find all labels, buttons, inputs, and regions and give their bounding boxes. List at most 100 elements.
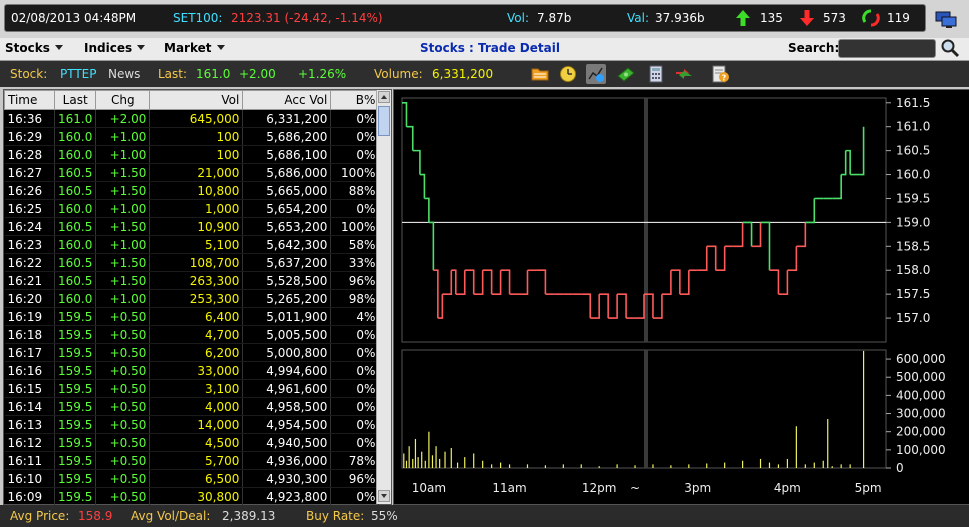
table-row[interactable]: 16:22 160.5 +1.50 108,700 5,637,200 33% xyxy=(4,253,380,272)
table-cell-b-: 0% xyxy=(330,433,380,452)
table-row[interactable]: 16:18 159.5 +0.50 4,700 5,005,500 0% xyxy=(4,325,380,344)
table-cell-chg: +1.00 xyxy=(95,235,151,254)
calculator-icon[interactable] xyxy=(646,64,666,84)
menu-stocks[interactable]: Stocks xyxy=(5,41,63,55)
time-axis-label: ~ xyxy=(630,481,640,495)
money-icon[interactable] xyxy=(616,64,636,84)
market-ticker: 02/08/2013 04:48PM SET100: 2123.31 (-24.… xyxy=(4,4,926,32)
table-cell-chg: +0.50 xyxy=(95,343,151,362)
price-line-segment xyxy=(590,294,600,319)
price-line-segment xyxy=(805,198,816,224)
price-line-segment xyxy=(760,221,771,271)
top-bar: 02/08/2013 04:48PM SET100: 2123.31 (-24.… xyxy=(0,0,969,38)
price-tick-label: 158.0 xyxy=(896,263,930,277)
table-row[interactable]: 16:23 160.0 +1.00 5,100 5,642,300 58% xyxy=(4,235,380,254)
table-cell-b-: 0% xyxy=(330,397,380,416)
transfer-icon[interactable] xyxy=(674,64,694,84)
table-cell-acc-vol: 5,686,000 xyxy=(242,163,332,182)
table-row[interactable]: 16:15 159.5 +0.50 3,100 4,961,600 0% xyxy=(4,379,380,398)
table-row[interactable]: 16:20 160.0 +1.00 253,300 5,265,200 98% xyxy=(4,289,380,308)
scroll-up-button[interactable] xyxy=(378,91,390,103)
table-row[interactable]: 16:21 160.5 +1.50 263,300 5,528,500 96% xyxy=(4,271,380,290)
col-header-chg[interactable]: Chg xyxy=(95,90,151,110)
col-header-vol[interactable]: Vol xyxy=(149,90,244,110)
search-icon[interactable] xyxy=(940,38,960,58)
table-row[interactable]: 16:19 159.5 +0.50 6,400 5,011,900 4% xyxy=(4,307,380,326)
col-header-time[interactable]: Time xyxy=(4,90,55,110)
index-label: SET100: xyxy=(173,11,223,25)
menu-indices[interactable]: Indices xyxy=(84,41,146,55)
table-cell-chg: +1.00 xyxy=(95,289,151,308)
table-row[interactable]: 16:29 160.0 +1.00 100 5,686,200 0% xyxy=(4,127,380,146)
table-cell-time: 16:13 xyxy=(4,415,55,434)
table-row[interactable]: 16:12 159.5 +0.50 4,500 4,940,500 0% xyxy=(4,433,380,452)
price-tick-label: 160.0 xyxy=(896,168,930,182)
table-row[interactable]: 16:28 160.0 +1.00 100 5,686,100 0% xyxy=(4,145,380,164)
table-cell-vol: 10,800 xyxy=(149,181,244,200)
scroll-down-button[interactable] xyxy=(378,490,390,502)
table-cell-b-: 98% xyxy=(330,289,380,308)
volume-tick-label: 100,000 xyxy=(896,443,946,457)
chart-icon[interactable] xyxy=(586,64,606,84)
trade-table-body: 16:36 161.0 +2.00 645,000 6,331,200 0% 16:29 16… xyxy=(4,109,380,506)
table-cell-acc-vol: 5,653,200 xyxy=(242,217,332,236)
price-line-segment xyxy=(652,294,663,319)
table-cell-vol: 5,100 xyxy=(149,235,244,254)
price-line-segment xyxy=(428,221,435,271)
table-cell-acc-vol: 5,000,800 xyxy=(242,343,332,362)
price-line-segment xyxy=(419,173,426,199)
table-cell-b-: 96% xyxy=(330,271,380,290)
price-line-segment xyxy=(518,270,529,295)
news-link[interactable]: News xyxy=(108,67,140,81)
table-cell-acc-vol: 6,331,200 xyxy=(242,109,332,128)
table-row[interactable]: 16:27 160.5 +1.50 21,000 5,686,000 100% xyxy=(4,163,380,182)
price-line-segment xyxy=(859,126,865,176)
col-header-buy-pct[interactable]: B% xyxy=(330,90,380,110)
table-cell-b-: 33% xyxy=(330,253,380,272)
table-row[interactable]: 16:25 160.0 +1.00 1,000 5,654,200 0% xyxy=(4,199,380,218)
table-cell-vol: 6,200 xyxy=(149,343,244,362)
folder-icon[interactable] xyxy=(530,64,550,84)
volume-tick-label: 0 xyxy=(896,461,904,475)
table-cell-vol: 14,000 xyxy=(149,415,244,434)
table-row[interactable]: 16:26 160.5 +1.50 10,800 5,665,000 88% xyxy=(4,181,380,200)
clock-icon[interactable] xyxy=(558,64,578,84)
table-row[interactable]: 16:13 159.5 +0.50 14,000 4,954,500 0% xyxy=(4,415,380,434)
col-header-last[interactable]: Last xyxy=(53,90,97,110)
price-line-segment xyxy=(706,245,717,271)
table-cell-acc-vol: 5,005,500 xyxy=(242,325,332,344)
price-line-segment xyxy=(455,270,466,295)
help-icon[interactable]: ? xyxy=(710,64,730,84)
table-cell-time: 16:21 xyxy=(4,271,55,290)
table-cell-acc-vol: 5,011,900 xyxy=(242,307,332,326)
table-cell-time: 16:12 xyxy=(4,433,55,452)
table-row[interactable]: 16:17 159.5 +0.50 6,200 5,000,800 0% xyxy=(4,343,380,362)
table-cell-acc-vol: 4,961,600 xyxy=(242,379,332,398)
table-row[interactable]: 16:36 161.0 +2.00 645,000 6,331,200 0% xyxy=(4,109,380,128)
table-cell-chg: +1.50 xyxy=(95,271,151,290)
price-line-segment xyxy=(491,270,502,295)
search-input[interactable] xyxy=(838,39,936,58)
table-cell-last: 159.5 xyxy=(54,325,97,344)
chevron-down-icon xyxy=(381,494,387,498)
price-line-segment xyxy=(670,269,681,295)
price-line-segment xyxy=(599,293,609,319)
stock-symbol[interactable]: PTTEP xyxy=(60,67,97,81)
price-line-segment xyxy=(635,294,645,319)
table-row[interactable]: 16:10 159.5 +0.50 6,500 4,930,300 96% xyxy=(4,469,380,488)
price-line-segment xyxy=(464,269,475,295)
table-row[interactable]: 16:09 159.5 +0.50 30,800 4,923,800 0% xyxy=(4,487,380,506)
table-row[interactable]: 16:14 159.5 +0.50 4,000 4,958,500 0% xyxy=(4,397,380,416)
scroll-thumb[interactable] xyxy=(378,106,390,136)
table-cell-chg: +0.50 xyxy=(95,433,151,452)
col-header-acc-vol[interactable]: Acc Vol xyxy=(242,90,332,110)
table-cell-b-: 96% xyxy=(330,469,380,488)
table-row[interactable]: 16:24 160.5 +1.50 10,900 5,653,200 100% xyxy=(4,217,380,236)
table-row[interactable]: 16:16 159.5 +0.50 33,000 4,994,600 0% xyxy=(4,361,380,380)
table-cell-vol: 645,000 xyxy=(149,109,244,128)
menu-market[interactable]: Market xyxy=(164,41,225,55)
network-icon[interactable] xyxy=(934,10,958,30)
chart-panel: 161.5 161.0 160.5 160.0 159.5 159.0 158.5 158.0… xyxy=(393,89,969,505)
table-row[interactable]: 16:11 159.5 +0.50 5,700 4,936,000 78% xyxy=(4,451,380,470)
scrollbar[interactable] xyxy=(376,90,391,504)
